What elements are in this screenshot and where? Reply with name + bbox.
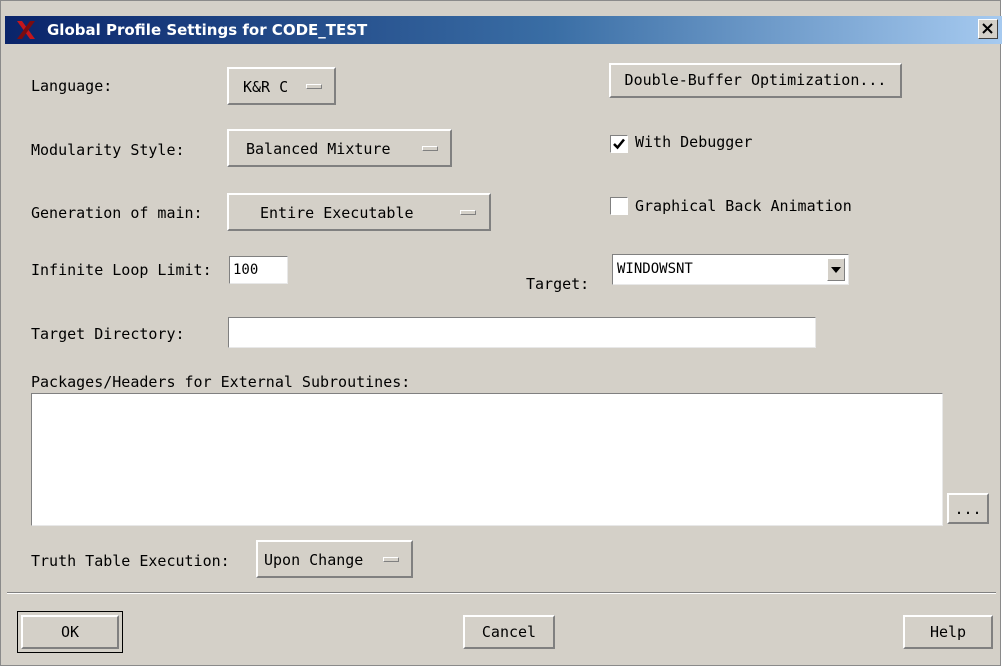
truth-table-execution-option-menu[interactable]: Upon Change <box>256 540 413 578</box>
ok-button-frame[interactable]: OK <box>17 611 123 653</box>
dialog-window: Global Profile Settings for CODE_TEST La… <box>0 0 1002 666</box>
generation-of-main-label: Generation of main: <box>31 204 203 222</box>
generation-of-main-value: Entire Executable <box>260 204 414 222</box>
target-directory-label: Target Directory: <box>31 325 185 343</box>
window-title: Global Profile Settings for CODE_TEST <box>47 21 368 39</box>
packages-headers-input[interactable] <box>32 394 942 525</box>
ok-button[interactable]: OK <box>21 615 119 649</box>
option-menu-indicator-icon <box>306 84 322 89</box>
close-icon <box>982 23 993 34</box>
language-value: K&R C <box>243 78 289 96</box>
target-directory-field[interactable] <box>228 317 816 348</box>
ok-label: OK <box>60 623 80 641</box>
language-label: Language: <box>31 77 113 95</box>
option-menu-indicator-icon <box>460 210 476 215</box>
close-button[interactable] <box>978 19 998 39</box>
x-logo-icon <box>17 21 35 39</box>
infinite-loop-limit-field[interactable] <box>229 256 288 284</box>
graphical-back-animation-label[interactable]: Graphical Back Animation <box>635 197 852 215</box>
infinite-loop-limit-label: Infinite Loop Limit: <box>31 261 212 279</box>
target-label: Target: <box>526 275 590 293</box>
packages-browse-button[interactable]: ... <box>947 493 989 524</box>
modularity-style-label: Modularity Style: <box>31 141 185 159</box>
cancel-button[interactable]: Cancel <box>463 615 555 649</box>
browse-label: ... <box>954 500 982 518</box>
title-bar[interactable]: Global Profile Settings for CODE_TEST <box>5 16 1002 44</box>
double-buffer-optimization-label: Double-Buffer Optimization... <box>624 71 887 89</box>
with-debugger-label[interactable]: With Debugger <box>635 133 752 151</box>
graphical-back-animation-checkbox[interactable] <box>610 197 628 215</box>
help-button[interactable]: Help <box>903 615 993 649</box>
option-menu-indicator-icon <box>422 146 438 151</box>
truth-table-execution-value: Upon Change <box>264 551 364 569</box>
generation-of-main-option-menu[interactable]: Entire Executable <box>227 193 491 231</box>
target-combobox[interactable]: WINDOWSNT <box>612 254 849 285</box>
target-value: WINDOWSNT <box>617 261 693 277</box>
dropdown-arrow-icon <box>831 267 841 273</box>
target-directory-input[interactable] <box>229 318 815 347</box>
with-debugger-checkbox[interactable] <box>610 135 628 153</box>
help-label: Help <box>929 623 967 641</box>
option-menu-indicator-icon <box>383 557 399 562</box>
truth-table-execution-label: Truth Table Execution: <box>31 552 230 570</box>
language-option-menu[interactable]: K&R C <box>227 67 336 105</box>
double-buffer-optimization-button[interactable]: Double-Buffer Optimization... <box>609 63 902 98</box>
packages-headers-textarea[interactable] <box>31 393 943 526</box>
separator <box>7 592 996 594</box>
infinite-loop-limit-input[interactable] <box>230 257 287 283</box>
modularity-style-option-menu[interactable]: Balanced Mixture <box>227 129 452 167</box>
packages-headers-label: Packages/Headers for External Subroutine… <box>31 373 411 391</box>
checkmark-icon <box>613 138 625 150</box>
target-dropdown-button[interactable] <box>827 258 845 281</box>
cancel-label: Cancel <box>481 623 537 641</box>
modularity-style-value: Balanced Mixture <box>246 140 391 158</box>
